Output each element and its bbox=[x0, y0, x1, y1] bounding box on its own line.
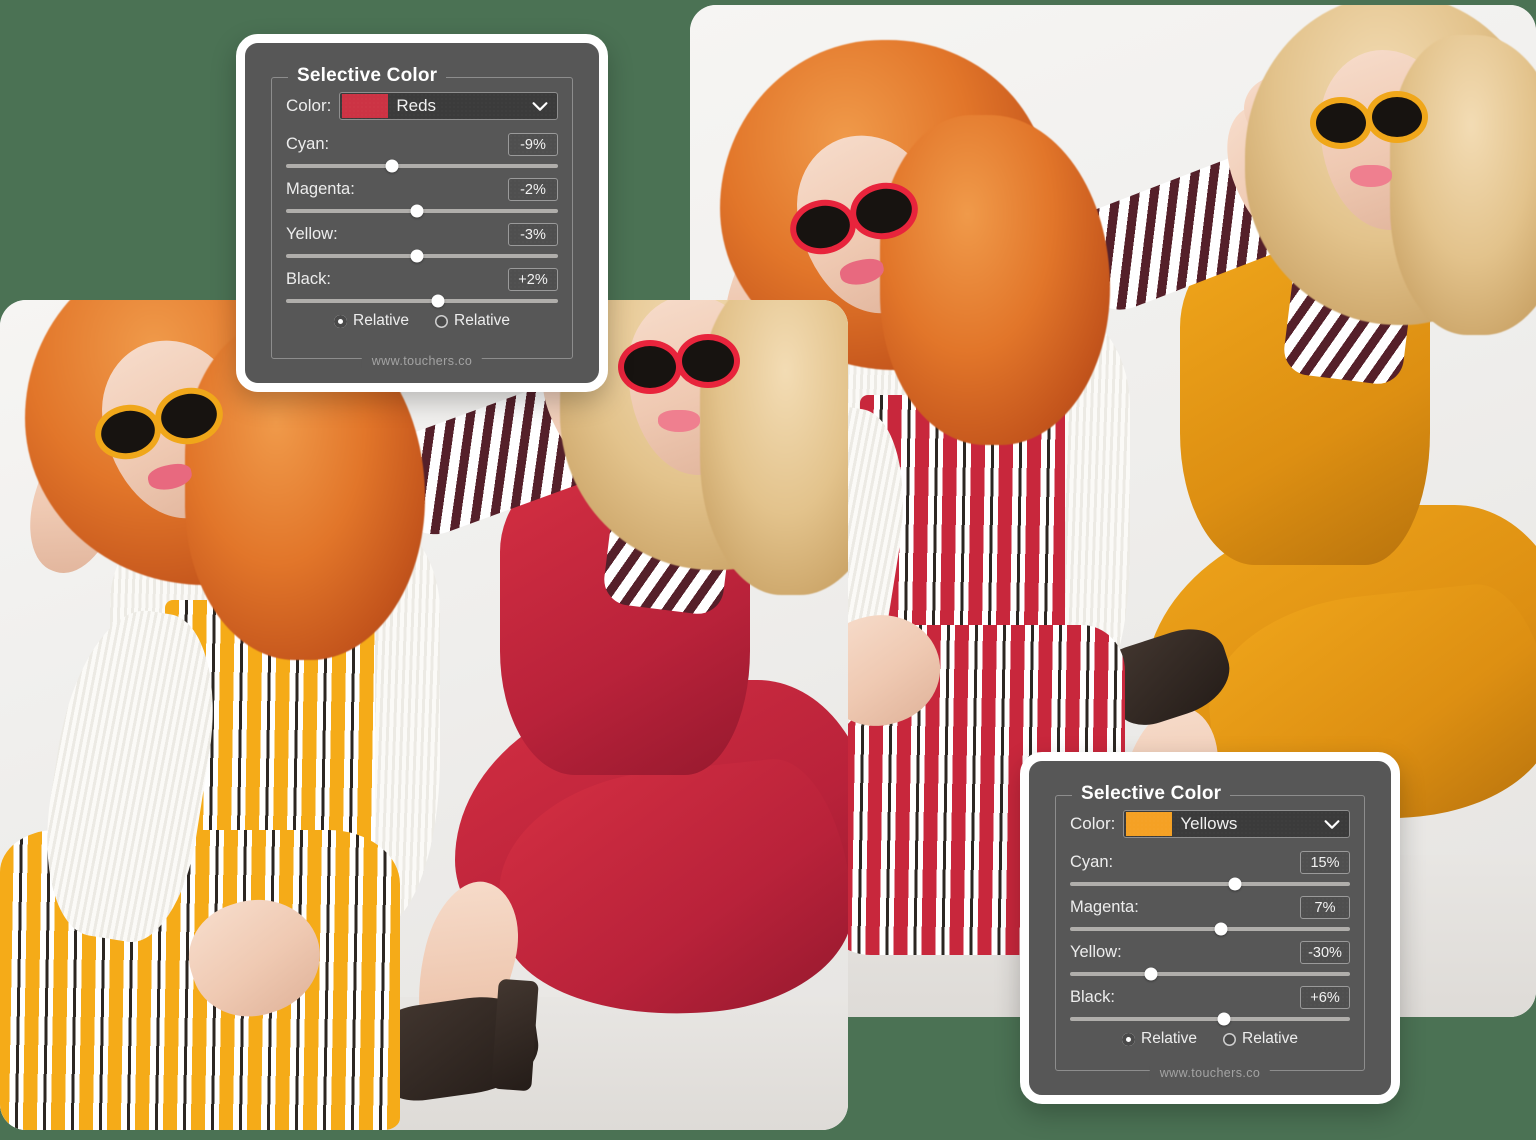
radio-relative-1-dot[interactable] bbox=[1122, 1032, 1135, 1046]
slider-yellow-track[interactable] bbox=[286, 249, 558, 263]
slider-yellow-value[interactable]: -30% bbox=[1300, 941, 1350, 964]
slider-black-value[interactable]: +2% bbox=[508, 268, 558, 291]
radio-relative-2-label: Relative bbox=[454, 312, 510, 329]
model-b-hair-front bbox=[1390, 35, 1536, 335]
radio-relative-1[interactable]: Relative bbox=[1122, 1030, 1197, 1048]
slider-yellow-value[interactable]: -3% bbox=[508, 223, 558, 246]
model-b-shoe-heel bbox=[491, 978, 539, 1092]
radio-relative-1-label: Relative bbox=[1141, 1030, 1197, 1047]
model-b-lips bbox=[1350, 165, 1392, 187]
slider-cyan-track[interactable] bbox=[1070, 877, 1350, 891]
radio-relative-2-dot[interactable] bbox=[435, 314, 448, 328]
chevron-down-icon bbox=[532, 102, 548, 111]
slider-black-knob[interactable] bbox=[431, 294, 445, 308]
slider-magenta-track[interactable] bbox=[1070, 922, 1350, 936]
radio-relative-1[interactable]: Relative bbox=[334, 312, 409, 330]
method-radio-group: Relative Relative bbox=[1070, 1030, 1350, 1048]
slider-cyan-knob[interactable] bbox=[1228, 877, 1242, 891]
method-radio-group: Relative Relative bbox=[286, 312, 558, 330]
slider-black-knob[interactable] bbox=[1217, 1012, 1231, 1026]
slider-black-label: Black: bbox=[286, 270, 331, 288]
model-b-lens-left bbox=[624, 346, 676, 388]
slider-magenta-value[interactable]: -2% bbox=[508, 178, 558, 201]
slider-yellow[interactable]: Yellow: -3% bbox=[286, 222, 558, 263]
radio-relative-1-label: Relative bbox=[353, 312, 409, 329]
slider-black-track[interactable] bbox=[286, 294, 558, 308]
panel-title: Selective Color bbox=[288, 65, 447, 87]
watermark: www.touchers.co bbox=[1149, 1066, 1271, 1080]
model-b-lens-right bbox=[682, 340, 734, 382]
slider-black-label: Black: bbox=[1070, 988, 1115, 1006]
slider-magenta-knob[interactable] bbox=[410, 204, 424, 218]
selective-color-fieldset: Selective Color Color: Reds Cyan: -9% Ma… bbox=[271, 65, 573, 368]
slider-cyan-label: Cyan: bbox=[1070, 853, 1114, 871]
slider-magenta-knob[interactable] bbox=[1214, 922, 1228, 936]
color-label: Color: bbox=[1070, 814, 1116, 833]
watermark: www.touchers.co bbox=[361, 354, 483, 368]
slider-magenta-track[interactable] bbox=[286, 204, 558, 218]
slider-yellow[interactable]: Yellow: -30% bbox=[1070, 940, 1350, 981]
slider-yellow-label: Yellow: bbox=[286, 225, 338, 243]
radio-relative-2[interactable]: Relative bbox=[435, 312, 510, 330]
slider-magenta[interactable]: Magenta: -2% bbox=[286, 177, 558, 218]
chevron-down-icon bbox=[1324, 820, 1340, 829]
selective-color-panel-reds[interactable]: Selective Color Color: Reds Cyan: -9% Ma… bbox=[236, 34, 608, 392]
slider-magenta-value[interactable]: 7% bbox=[1300, 896, 1350, 919]
slider-black[interactable]: Black: +2% bbox=[286, 267, 558, 308]
color-selector-row: Color: Reds bbox=[286, 92, 558, 120]
slider-cyan[interactable]: Cyan: -9% bbox=[286, 132, 558, 173]
color-swatch bbox=[342, 94, 389, 118]
color-dropdown-value: Yellows bbox=[1180, 814, 1238, 833]
radio-relative-2[interactable]: Relative bbox=[1223, 1030, 1298, 1048]
color-dropdown-value: Reds bbox=[396, 96, 437, 115]
color-dropdown[interactable]: Yellows bbox=[1123, 810, 1350, 838]
photo-card-yellows[interactable] bbox=[0, 300, 848, 1130]
slider-cyan-value[interactable]: -9% bbox=[508, 133, 558, 156]
slider-magenta[interactable]: Magenta: 7% bbox=[1070, 895, 1350, 936]
slider-yellow-knob[interactable] bbox=[1144, 967, 1158, 981]
slider-yellow-knob[interactable] bbox=[410, 249, 424, 263]
color-dropdown[interactable]: Reds bbox=[339, 92, 558, 120]
panel-title: Selective Color bbox=[1072, 783, 1231, 805]
slider-cyan-knob[interactable] bbox=[385, 159, 399, 173]
slider-yellow-label: Yellow: bbox=[1070, 943, 1122, 961]
radio-relative-1-dot[interactable] bbox=[334, 314, 347, 328]
model-b-lens-left bbox=[1316, 103, 1366, 143]
radio-relative-2-dot[interactable] bbox=[1223, 1032, 1236, 1046]
slider-cyan-label: Cyan: bbox=[286, 135, 330, 153]
slider-magenta-label: Magenta: bbox=[286, 180, 355, 198]
slider-black-track[interactable] bbox=[1070, 1012, 1350, 1026]
slider-magenta-label: Magenta: bbox=[1070, 898, 1139, 916]
slider-black[interactable]: Black: +6% bbox=[1070, 985, 1350, 1026]
model-b-lens-right bbox=[1372, 97, 1422, 137]
slider-cyan-value[interactable]: 15% bbox=[1300, 851, 1350, 874]
slider-yellow-track[interactable] bbox=[1070, 967, 1350, 981]
selective-color-fieldset: Selective Color Color: Yellows Cyan: 15% bbox=[1055, 783, 1365, 1080]
selective-color-panel-yellows[interactable]: Selective Color Color: Yellows Cyan: 15% bbox=[1020, 752, 1400, 1104]
slider-black-value[interactable]: +6% bbox=[1300, 986, 1350, 1009]
model-b-lips bbox=[658, 410, 700, 432]
color-selector-row: Color: Yellows bbox=[1070, 810, 1350, 838]
photo-scene-yellows bbox=[0, 300, 848, 1130]
slider-cyan-track[interactable] bbox=[286, 159, 558, 173]
color-label: Color: bbox=[286, 96, 332, 115]
radio-relative-2-label: Relative bbox=[1242, 1030, 1298, 1047]
slider-cyan[interactable]: Cyan: 15% bbox=[1070, 850, 1350, 891]
color-swatch bbox=[1126, 812, 1173, 836]
